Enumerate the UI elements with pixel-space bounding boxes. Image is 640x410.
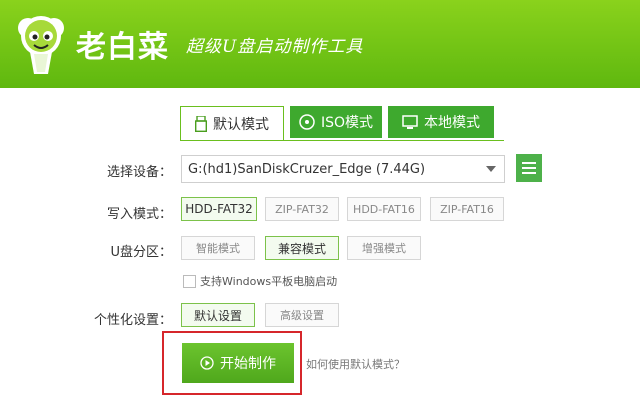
- write-mode-zip-fat16[interactable]: ZIP-FAT16: [430, 197, 504, 221]
- tab-divider: [180, 140, 504, 141]
- monitor-icon: [402, 114, 418, 130]
- tab-iso-mode[interactable]: ISO模式: [290, 106, 382, 138]
- partition-label: U盘分区：: [110, 245, 172, 260]
- write-mode-label: 写入模式：: [106, 207, 172, 222]
- personalize-default-settings[interactable]: 默认设置: [181, 303, 255, 327]
- tab-label: ISO模式: [320, 115, 374, 131]
- tab-local-mode[interactable]: 本地模式: [388, 106, 494, 138]
- cabbage-mascot-icon: [18, 16, 64, 74]
- device-select[interactable]: G:(hd1)SanDiskCruzer_Edge (7.44G): [181, 155, 505, 183]
- app-header: 老白菜 超级U盘启动制作工具: [0, 0, 640, 88]
- partition-smart-mode[interactable]: 智能模式: [181, 236, 255, 260]
- partition-enhanced-mode[interactable]: 增强模式: [347, 236, 421, 260]
- personalize-label: 个性化设置：: [93, 313, 172, 328]
- tab-label: 本地模式: [424, 115, 480, 131]
- windows-tablet-label: 支持Windows平板电脑启动: [200, 275, 338, 288]
- play-icon: [200, 356, 214, 370]
- device-label: 选择设备：: [106, 165, 172, 180]
- start-button-label: 开始制作: [220, 356, 276, 372]
- tab-default-mode[interactable]: 默认模式: [180, 106, 284, 140]
- device-menu-button[interactable]: [516, 154, 542, 182]
- write-mode-zip-fat32[interactable]: ZIP-FAT32: [265, 197, 339, 221]
- app-slogan: 超级U盘启动制作工具: [186, 37, 364, 57]
- disc-icon: [299, 114, 315, 130]
- hamburger-menu-icon: [522, 162, 536, 174]
- partition-compatible-mode[interactable]: 兼容模式: [265, 236, 339, 260]
- write-mode-hdd-fat16[interactable]: HDD-FAT16: [347, 197, 421, 221]
- mode-tabs: 默认模式 ISO模式 本地模式: [180, 106, 500, 140]
- windows-tablet-checkbox[interactable]: [183, 274, 196, 288]
- personalize-advanced-settings[interactable]: 高级设置: [265, 303, 339, 327]
- start-button[interactable]: 开始制作: [182, 343, 294, 383]
- write-mode-hdd-fat32[interactable]: HDD-FAT32: [181, 197, 257, 221]
- windows-tablet-option[interactable]: 支持Windows平板电脑启动: [183, 273, 337, 289]
- help-link[interactable]: 如何使用默认模式？: [306, 356, 405, 372]
- chevron-down-icon[interactable]: [478, 156, 504, 182]
- app-title: 老白菜: [76, 30, 169, 65]
- tab-label: 默认模式: [213, 116, 269, 133]
- usb-drive-icon: [195, 115, 207, 132]
- device-value: G:(hd1)SanDiskCruzer_Edge (7.44G): [188, 161, 426, 177]
